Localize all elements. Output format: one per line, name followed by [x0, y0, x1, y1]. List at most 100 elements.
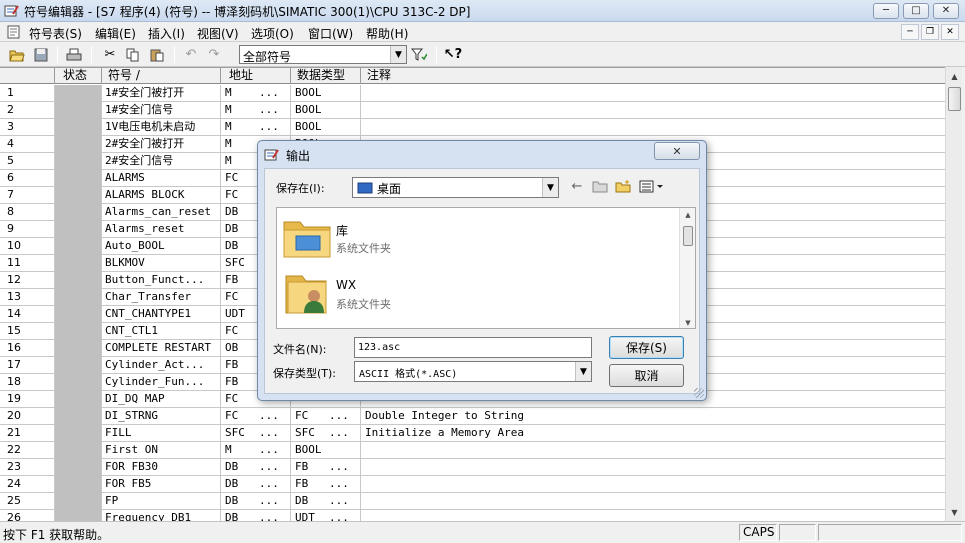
data-type-cell[interactable]: BOOL	[291, 85, 361, 102]
scroll-down-icon[interactable]: ▼	[680, 316, 695, 328]
symbol-cell[interactable]: BLKMOV	[102, 255, 221, 272]
symbol-cell[interactable]: Char_Transfer	[102, 289, 221, 306]
row-number[interactable]: 23	[0, 459, 55, 476]
row-number[interactable]: 26	[0, 510, 55, 521]
symbol-cell[interactable]: 1#安全门被打开	[102, 85, 221, 102]
comment-cell[interactable]	[361, 442, 946, 459]
menu-symbol-table[interactable]: 符号表(S)	[29, 25, 82, 42]
scroll-up-icon[interactable]: ▲	[680, 208, 695, 222]
table-vertical-scrollbar[interactable]: ▲ ▼	[945, 67, 962, 521]
mdi-close-icon[interactable]: ✕	[941, 24, 959, 40]
row-number[interactable]: 9	[0, 221, 55, 238]
back-arrow-icon[interactable]: ←	[568, 178, 586, 194]
table-row[interactable]: 21 FILL SFC... SFC... Initialize a Memory Ar…	[0, 425, 946, 442]
data-type-cell[interactable]: UDT...	[291, 510, 361, 521]
address-cell[interactable]: M...	[221, 85, 291, 102]
row-number[interactable]: 5	[0, 153, 55, 170]
row-number[interactable]: 4	[0, 136, 55, 153]
undo-icon[interactable]: ↶	[182, 46, 200, 63]
symbol-filter-select[interactable]: 全部符号 ▼	[239, 45, 407, 64]
data-type-cell[interactable]: FC...	[291, 408, 361, 425]
symbol-cell[interactable]: CNT_CHANTYPE1	[102, 306, 221, 323]
symbol-cell[interactable]: FP	[102, 493, 221, 510]
row-number[interactable]: 18	[0, 374, 55, 391]
symbol-cell[interactable]: FOR FB30	[102, 459, 221, 476]
cancel-button[interactable]: 取消	[609, 364, 684, 387]
comment-cell[interactable]	[361, 476, 946, 493]
row-number[interactable]: 19	[0, 391, 55, 408]
symbol-cell[interactable]: CNT_CTL1	[102, 323, 221, 340]
menu-edit[interactable]: 编辑(E)	[95, 25, 136, 42]
row-number[interactable]: 2	[0, 102, 55, 119]
filename-input[interactable]	[355, 338, 591, 357]
mdi-restore-icon[interactable]: ❐	[921, 24, 939, 40]
symbol-cell[interactable]: Button_Funct...	[102, 272, 221, 289]
table-row[interactable]: 22 First ON M... BOOL	[0, 442, 946, 459]
row-number[interactable]: 24	[0, 476, 55, 493]
print-icon[interactable]	[65, 46, 83, 63]
menu-window[interactable]: 窗口(W)	[308, 25, 353, 42]
symbol-cell[interactable]: First ON	[102, 442, 221, 459]
address-cell[interactable]: DB...	[221, 459, 291, 476]
comment-cell[interactable]	[361, 102, 946, 119]
symbol-cell[interactable]: Cylinder_Fun...	[102, 374, 221, 391]
row-number[interactable]: 13	[0, 289, 55, 306]
scroll-down-icon[interactable]: ▼	[947, 504, 962, 520]
list-item[interactable]: 库 系统文件夹	[281, 210, 671, 266]
data-type-cell[interactable]: BOOL	[291, 442, 361, 459]
symbol-cell[interactable]: FOR FB5	[102, 476, 221, 493]
row-number[interactable]: 11	[0, 255, 55, 272]
header-comment[interactable]: 注释	[361, 68, 946, 84]
comment-cell[interactable]	[361, 459, 946, 476]
symbol-cell[interactable]: Alarms_can_reset	[102, 204, 221, 221]
row-number[interactable]: 6	[0, 170, 55, 187]
symbol-cell[interactable]: 1#安全门信号	[102, 102, 221, 119]
close-icon[interactable]: ✕	[933, 3, 959, 19]
scroll-up-icon[interactable]: ▲	[947, 68, 962, 84]
data-type-cell[interactable]: FB...	[291, 459, 361, 476]
row-number[interactable]: 10	[0, 238, 55, 255]
menu-insert[interactable]: 插入(I)	[148, 25, 185, 42]
row-number[interactable]: 21	[0, 425, 55, 442]
chevron-down-icon[interactable]: ▼	[390, 46, 406, 63]
data-type-cell[interactable]: FB...	[291, 476, 361, 493]
maximize-icon[interactable]: □	[903, 3, 929, 19]
paste-icon[interactable]	[148, 46, 166, 63]
table-row[interactable]: 25 FP DB... DB...	[0, 493, 946, 510]
symbol-cell[interactable]: 1V电压电机未启动	[102, 119, 221, 136]
comment-cell[interactable]: Initialize a Memory Area	[361, 425, 946, 442]
scroll-thumb[interactable]	[948, 87, 961, 111]
header-data-type[interactable]: 数据类型	[291, 68, 361, 84]
comment-cell[interactable]: Double Integer to String	[361, 408, 946, 425]
comment-cell[interactable]	[361, 85, 946, 102]
copy-icon[interactable]	[124, 46, 142, 63]
file-list-scrollbar[interactable]: ▲ ▼	[679, 208, 695, 328]
header-symbol[interactable]: 符号 /	[102, 68, 221, 84]
address-cell[interactable]: SFC...	[221, 425, 291, 442]
symbol-cell[interactable]: ALARMS BLOCK	[102, 187, 221, 204]
address-cell[interactable]: DB...	[221, 493, 291, 510]
document-icon[interactable]	[6, 24, 22, 40]
view-menu-icon[interactable]	[638, 178, 666, 194]
help-cursor-icon[interactable]: ↖?	[444, 46, 462, 63]
symbol-cell[interactable]: Frequency DB1	[102, 510, 221, 521]
filetype-select[interactable]: ASCII 格式(*.ASC) ▼	[354, 361, 592, 382]
address-cell[interactable]: M...	[221, 442, 291, 459]
address-cell[interactable]: FC...	[221, 408, 291, 425]
row-number[interactable]: 14	[0, 306, 55, 323]
list-item[interactable]: WX 系统文件夹	[281, 266, 671, 322]
row-number[interactable]: 22	[0, 442, 55, 459]
table-row[interactable]: 24 FOR FB5 DB... FB...	[0, 476, 946, 493]
comment-cell[interactable]	[361, 510, 946, 521]
table-row[interactable]: 2 1#安全门信号 M... BOOL	[0, 102, 946, 119]
row-number[interactable]: 8	[0, 204, 55, 221]
row-number[interactable]: 20	[0, 408, 55, 425]
row-number[interactable]: 15	[0, 323, 55, 340]
symbol-cell[interactable]: FILL	[102, 425, 221, 442]
scroll-thumb[interactable]	[683, 226, 693, 246]
row-number[interactable]: 3	[0, 119, 55, 136]
row-number[interactable]: 25	[0, 493, 55, 510]
cut-icon[interactable]: ✂	[101, 46, 119, 63]
symbol-cell[interactable]: DI_DQ MAP	[102, 391, 221, 408]
redo-icon[interactable]: ↷	[205, 46, 223, 63]
